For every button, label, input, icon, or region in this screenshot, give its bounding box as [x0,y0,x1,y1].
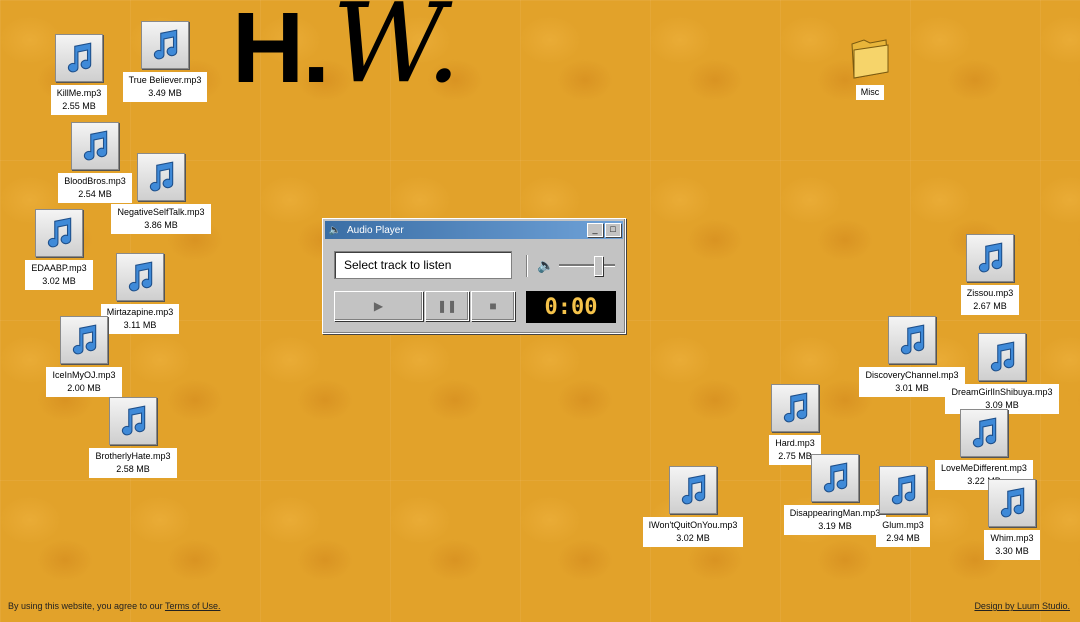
file-icon-killme[interactable]: KillMe.mp3 2.55 MB [29,34,129,115]
music-note-icon [60,316,108,364]
logo-letters-w: W. [332,0,461,107]
volume-icon: 🔈 [537,257,555,273]
play-button[interactable]: ▶ [334,291,423,321]
music-note-icon [141,21,189,69]
file-name: NegativeSelfTalk.mp3 [117,207,205,217]
music-note-icon [978,333,1026,381]
music-note-icon [966,234,1014,282]
footer-consent: By using this website, you agree to our … [8,601,220,611]
file-size: 2.94 MB [886,533,920,543]
file-name: Zissou.mp3 [966,288,1014,298]
music-note-icon [669,466,717,514]
music-note-icon [109,397,157,445]
pause-button[interactable]: ❚❚ [425,291,469,321]
file-name: DreamGirlInShibuya.mp3 [951,387,1053,397]
file-size: 2.00 MB [67,383,101,393]
folder-icon [851,39,889,79]
file-size: 3.49 MB [148,88,182,98]
file-name: Whim.mp3 [990,533,1034,543]
file-icon-negativeselftalk[interactable]: NegativeSelfTalk.mp3 3.86 MB [111,153,211,234]
file-name: Hard.mp3 [775,438,815,448]
design-credit-link[interactable]: Design by Luum Studio. [974,601,1070,611]
maximize-button[interactable]: □ [605,223,621,237]
divider [526,255,527,277]
player-titlebar[interactable]: 🔈 Audio Player _ □ [325,221,623,239]
file-size: 2.58 MB [116,464,150,474]
volume-slider-handle[interactable] [594,256,603,276]
music-note-icon [960,409,1008,457]
logo-letters-h: H. [232,0,330,104]
music-note-icon [771,384,819,432]
file-icon-zissou[interactable]: Zissou.mp3 2.67 MB [940,234,1040,315]
consent-text: By using this website, you agree to our [8,601,165,611]
volume-slider[interactable] [559,256,615,276]
file-name: KillMe.mp3 [56,88,102,98]
file-name: IceInMyOJ.mp3 [52,370,116,380]
volume-control: 🔈 [537,256,615,276]
speaker-icon: 🔈 [328,224,342,236]
music-note-icon [879,466,927,514]
music-note-icon [988,479,1036,527]
folder-misc[interactable]: Misc [835,34,905,100]
music-note-icon [888,316,936,364]
file-icon-iwontquitonyou[interactable]: IWon'tQuitOnYou.mp3 3.02 MB [642,466,744,547]
music-note-icon [35,209,83,257]
file-icon-hard[interactable]: Hard.mp3 2.75 MB [745,384,845,465]
player-title: Audio Player [347,224,404,236]
file-name: LoveMeDifferent.mp3 [941,463,1027,473]
file-size: 3.02 MB [676,533,710,543]
track-display: Select track to listen [334,251,512,279]
music-note-icon [55,34,103,82]
music-note-icon [811,454,859,502]
file-name: DiscoveryChannel.mp3 [865,370,959,380]
music-note-icon [116,253,164,301]
file-size: 2.55 MB [62,101,96,111]
minimize-button[interactable]: _ [587,223,603,237]
site-logo: H. W. [232,0,461,98]
file-name: IWon'tQuitOnYou.mp3 [648,520,738,530]
file-icon-whim[interactable]: Whim.mp3 3.30 MB [962,479,1062,560]
file-icon-brotherlyhate[interactable]: BrotherlyHate.mp3 2.58 MB [83,397,183,478]
file-size: 2.67 MB [973,301,1007,311]
file-name: EDAABP.mp3 [31,263,87,273]
time-display: 0:00 [526,291,616,323]
terms-link[interactable]: Terms of Use. [165,601,221,611]
audio-player-window: 🔈 Audio Player _ □ Select track to liste… [322,218,626,334]
file-size: 3.86 MB [144,220,178,230]
file-size: 3.30 MB [995,546,1029,556]
footer-credit: Design by Luum Studio. [974,601,1070,611]
file-name: True Believer.mp3 [128,75,202,85]
music-note-icon [137,153,185,201]
file-size: 3.02 MB [42,276,76,286]
file-name: Glum.mp3 [882,520,924,530]
playback-controls: ▶ ❚❚ ■ [334,291,515,321]
folder-label: Misc [855,85,885,100]
file-icon-dreamgirlinshibuya[interactable]: DreamGirlInShibuya.mp3 3.09 MB [945,333,1059,414]
file-icon-true-believer[interactable]: True Believer.mp3 3.49 MB [115,21,215,102]
stop-button[interactable]: ■ [471,291,515,321]
file-icon-iceinmyoj[interactable]: IceInMyOJ.mp3 2.00 MB [34,316,134,397]
file-icon-glum[interactable]: Glum.mp3 2.94 MB [853,466,953,547]
file-name: BrotherlyHate.mp3 [95,451,171,461]
